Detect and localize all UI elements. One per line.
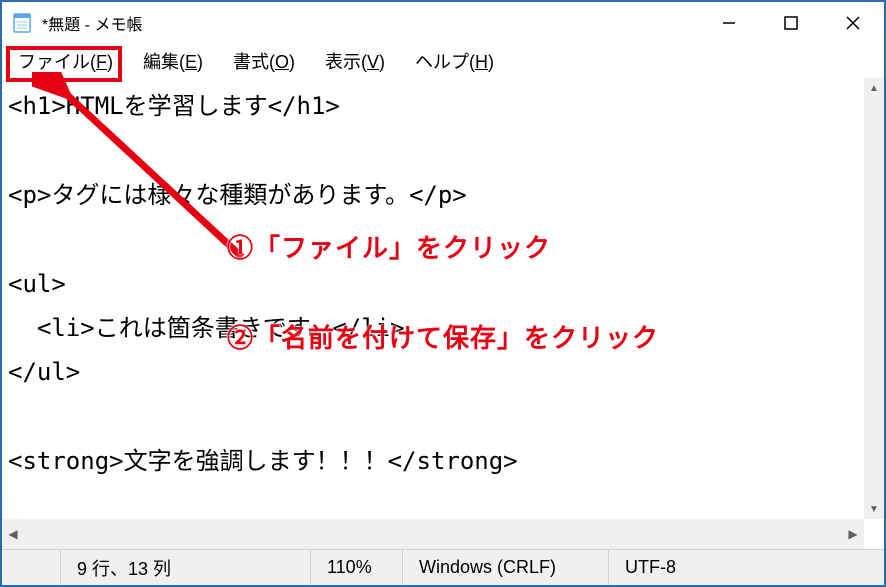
scroll-down-arrow-icon[interactable]: ▼ [864, 499, 884, 519]
menu-file[interactable]: ファイル(F) [12, 46, 119, 76]
status-encoding: UTF-8 [608, 550, 884, 585]
titlebar: *無題 - メモ帳 [2, 2, 884, 44]
close-button[interactable] [822, 2, 884, 44]
window-controls [698, 2, 884, 44]
menu-edit[interactable]: 編集(E) [137, 46, 209, 76]
horizontal-scrollbar[interactable]: ◀ ▶ [2, 519, 864, 549]
statusbar: 9 行、13 列 110% Windows (CRLF) UTF-8 [2, 549, 884, 585]
menu-view[interactable]: 表示(V) [319, 46, 391, 76]
editor-area: <h1>HTMLを学習します</h1> <p>タグには様々な種類があります。</… [2, 78, 884, 519]
notepad-icon [10, 11, 34, 35]
editor-content[interactable]: <h1>HTMLを学習します</h1> <p>タグには様々な種類があります。</… [2, 78, 884, 519]
scroll-right-arrow-icon[interactable]: ▶ [842, 519, 864, 549]
status-zoom: 110% [310, 550, 402, 585]
scroll-left-arrow-icon[interactable]: ◀ [2, 519, 24, 549]
vertical-scrollbar[interactable]: ▲ ▼ [864, 78, 884, 519]
status-line-ending: Windows (CRLF) [402, 550, 608, 585]
status-cursor-position: 9 行、13 列 [60, 550, 310, 585]
menu-format[interactable]: 書式(O) [227, 46, 301, 76]
window-title: *無題 - メモ帳 [42, 11, 698, 35]
minimize-button[interactable] [698, 2, 760, 44]
menubar: ファイル(F) 編集(E) 書式(O) 表示(V) ヘルプ(H) [2, 44, 884, 78]
scroll-up-arrow-icon[interactable]: ▲ [864, 78, 884, 98]
maximize-button[interactable] [760, 2, 822, 44]
menu-help[interactable]: ヘルプ(H) [409, 46, 500, 76]
